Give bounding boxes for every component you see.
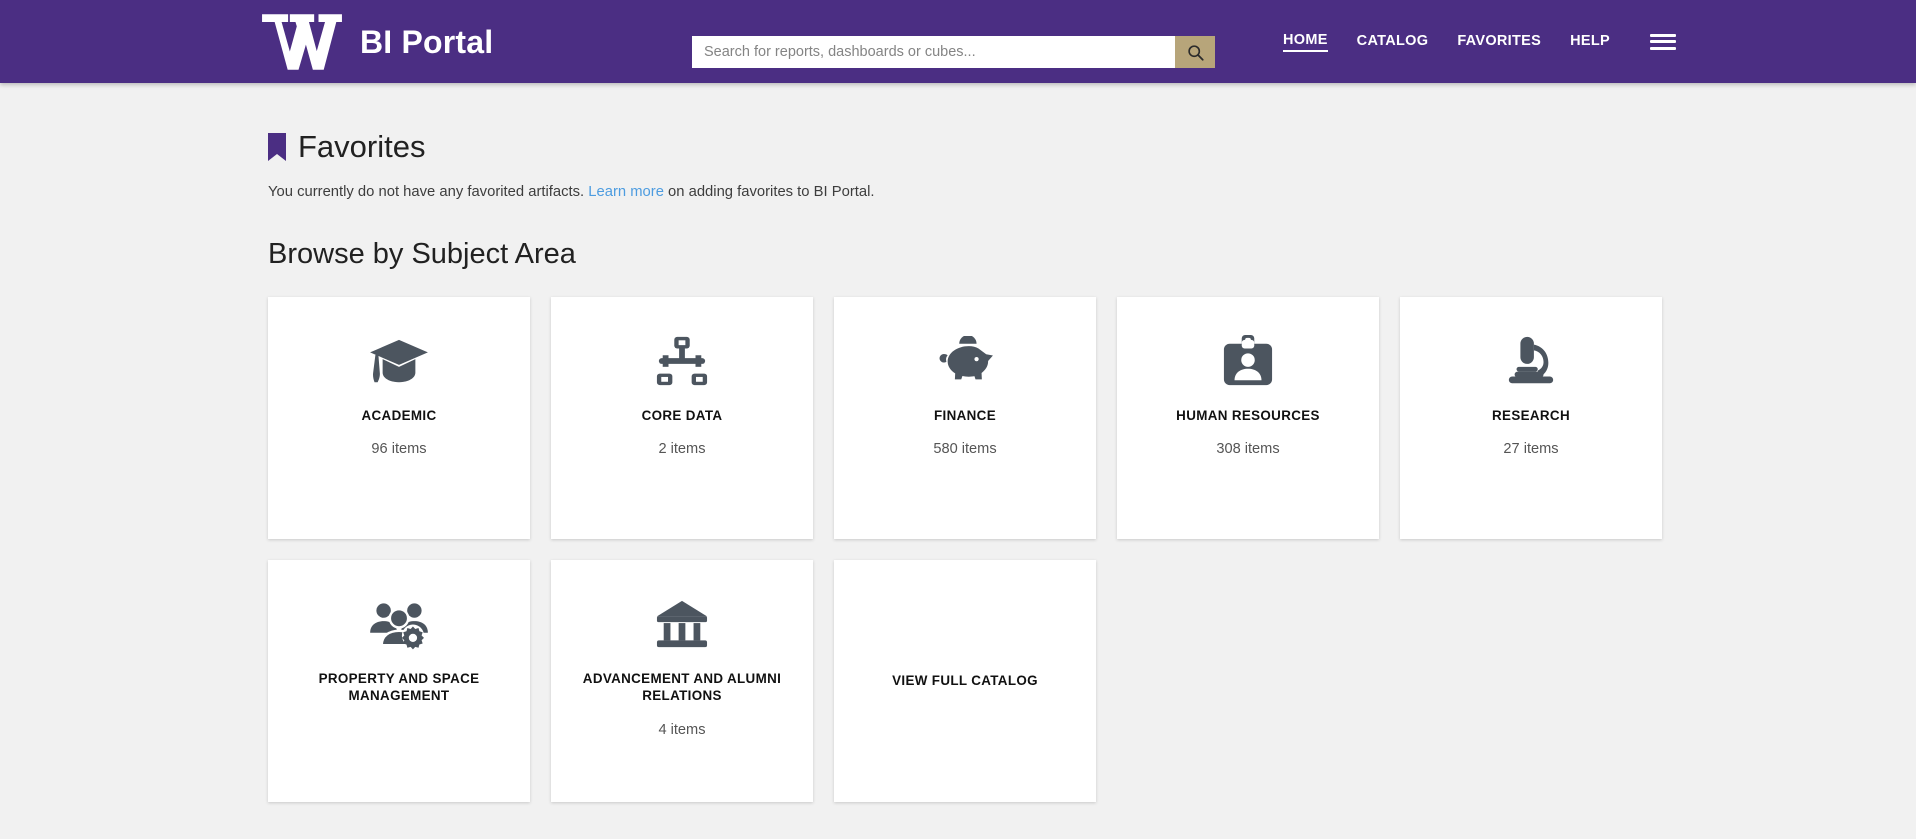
search-input[interactable] — [692, 36, 1175, 68]
users-cog-icon — [368, 594, 430, 656]
search-icon — [1187, 44, 1204, 61]
hamburger-bar — [1650, 46, 1676, 50]
graduation-cap-icon — [368, 331, 430, 393]
sitemap-icon — [655, 331, 709, 393]
subject-card-academic[interactable]: ACADEMIC 96 items — [268, 296, 530, 539]
favorites-header: Favorites — [268, 131, 1916, 162]
subject-card-label: RESEARCH — [1492, 407, 1570, 423]
uw-w-logo-icon — [262, 13, 342, 70]
subject-card-advancement-and-alumni-relations[interactable]: ADVANCEMENT AND ALUMNI RELATIONS 4 items — [551, 559, 813, 802]
main-navigation: HOME CATALOG FAVORITES HELP — [1254, 0, 1916, 83]
brand[interactable]: BI Portal — [258, 0, 493, 83]
site-header: BI Portal HOME CATALOG FAVORITES HELP — [0, 0, 1916, 83]
subject-card-count: 27 items — [1503, 441, 1559, 458]
subject-card-count: 2 items — [658, 441, 706, 458]
favorites-title: Favorites — [298, 129, 426, 164]
subject-card-label: PROPERTY AND SPACE MANAGEMENT — [318, 670, 480, 704]
subject-card-finance[interactable]: FINANCE 580 items — [834, 296, 1096, 539]
subject-card-label: ACADEMIC — [361, 407, 437, 423]
subject-card-property-and-space-management[interactable]: PROPERTY AND SPACE MANAGEMENT — [268, 559, 530, 802]
nav-link-favorites[interactable]: FAVORITES — [1457, 33, 1541, 51]
piggy-bank-icon — [934, 331, 996, 393]
subject-card-research[interactable]: RESEARCH 27 items — [1400, 296, 1662, 539]
bookmark-icon — [268, 132, 286, 161]
browse-section-title: Browse by Subject Area — [268, 237, 576, 270]
favorites-empty-message: You currently do not have any favorited … — [268, 184, 1916, 202]
university-icon — [654, 594, 710, 656]
subject-card-label: ADVANCEMENT AND ALUMNI RELATIONS — [582, 670, 782, 704]
subject-card-count: 4 items — [658, 722, 706, 739]
nav-link-help[interactable]: HELP — [1570, 33, 1610, 51]
favorites-message-after: on adding favorites to BI Portal. — [663, 184, 875, 200]
hamburger-bar — [1650, 33, 1676, 37]
subject-card-count: 580 items — [933, 441, 997, 458]
nav-link-catalog[interactable]: CATALOG — [1357, 33, 1429, 51]
main-content: Favorites You currently do not have any … — [0, 83, 1916, 802]
hamburger-bar — [1650, 40, 1676, 43]
subject-area-grid: ACADEMIC 96 items CORE DATA 2 items FINA… — [268, 296, 1662, 802]
subject-card-label: HUMAN RESOURCES — [1176, 407, 1320, 423]
brand-title: BI Portal — [360, 23, 494, 60]
subject-card-count: 308 items — [1216, 441, 1280, 458]
id-badge-icon — [1222, 331, 1274, 393]
subject-card-label: FINANCE — [934, 407, 996, 423]
favorites-message-before: You currently do not have any favorited … — [268, 184, 589, 200]
subject-card-human-resources[interactable]: HUMAN RESOURCES 308 items — [1117, 296, 1379, 539]
search-bar[interactable] — [692, 36, 1215, 68]
search-button[interactable] — [1175, 36, 1215, 68]
learn-more-link[interactable]: Learn more — [588, 184, 664, 200]
nav-link-home[interactable]: HOME — [1282, 32, 1328, 52]
hamburger-menu-icon[interactable] — [1650, 32, 1676, 52]
view-full-catalog-card[interactable]: VIEW FULL CATALOG — [834, 559, 1096, 802]
view-full-catalog-label: VIEW FULL CATALOG — [892, 672, 1038, 688]
subject-card-label: CORE DATA — [641, 407, 723, 423]
subject-card-core-data[interactable]: CORE DATA 2 items — [551, 296, 813, 539]
subject-card-count: 96 items — [371, 441, 427, 458]
microscope-icon — [1503, 331, 1559, 393]
